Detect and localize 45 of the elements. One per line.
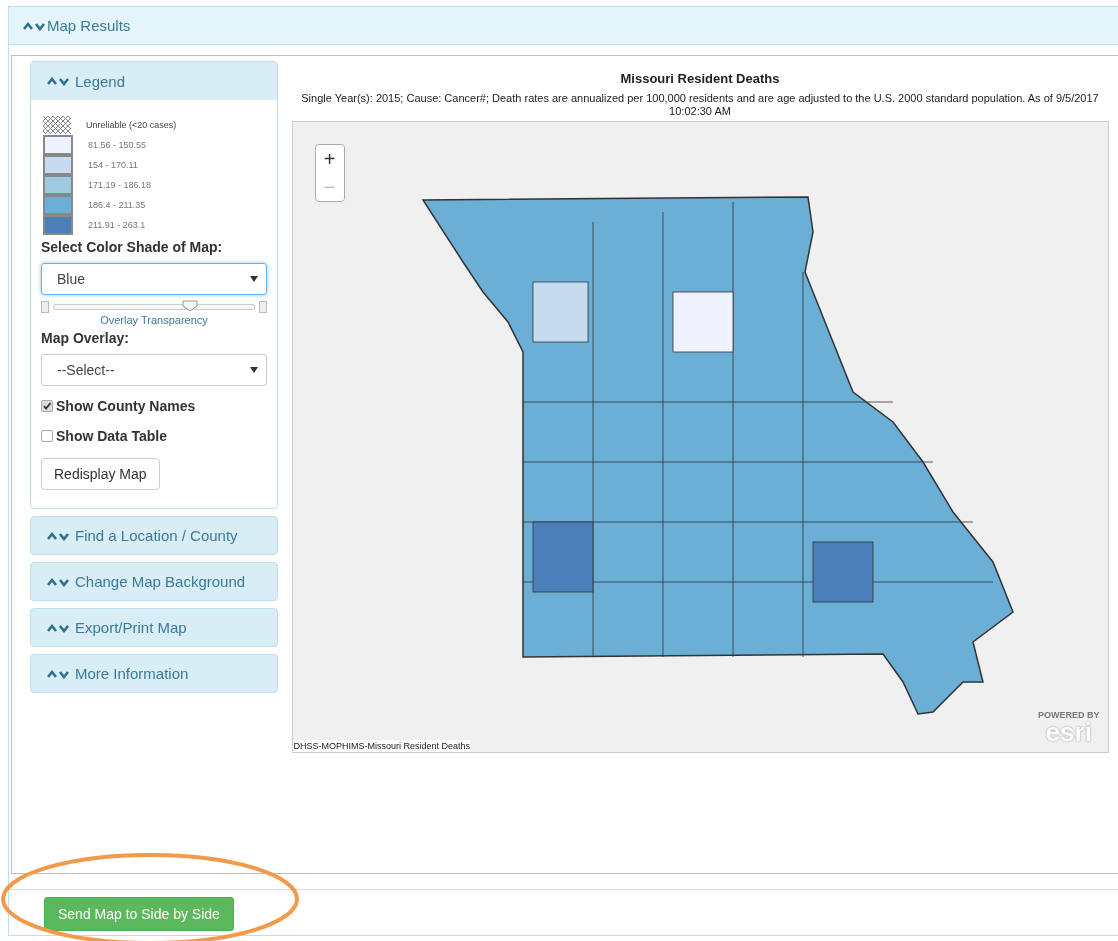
legend-label: 81.56 - 150.55	[88, 140, 147, 150]
legend-label: 154 - 170.11	[88, 160, 138, 170]
panel-header[interactable]: Map Results	[9, 7, 1118, 45]
section-title: Find a Location / County	[75, 527, 238, 544]
expand-collapse-icon	[47, 576, 69, 587]
redisplay-button[interactable]: Redisplay Map	[41, 458, 160, 490]
section-title: Change Map Background	[75, 573, 246, 590]
legend-title: Legend	[75, 72, 126, 90]
checkbox[interactable]	[41, 400, 53, 412]
slider-left-button[interactable]	[41, 301, 49, 313]
logo-caption: POWERED BY	[1038, 710, 1100, 720]
field-label: Select Color Shade of Map:	[41, 239, 224, 255]
expand-collapse-icon	[47, 622, 69, 633]
send-map-button[interactable]: Send Map to Side by Side	[44, 897, 234, 931]
checkbox-label: Show County Names	[56, 398, 196, 414]
expand-collapse-icon	[47, 530, 69, 541]
section-header[interactable]: Find a Location / County	[30, 516, 278, 555]
checkbox[interactable]	[41, 430, 53, 442]
legend-header[interactable]: Legend	[31, 62, 277, 100]
slider-thumb[interactable]	[182, 300, 198, 312]
map-attribution: DHSS-MOPHIMS-Missouri Resident Deaths	[292, 740, 472, 752]
caret-icon	[250, 367, 258, 373]
expand-collapse-icon	[47, 76, 69, 86]
section-header[interactable]: Change Map Background	[30, 562, 278, 601]
map-title: Missouri Resident Deaths	[620, 71, 780, 86]
hatch-swatch-icon	[43, 116, 71, 134]
expand-collapse-icon	[23, 20, 45, 31]
color-shade-select[interactable]: Blue	[41, 263, 267, 295]
legend-label: 171.19 - 186.18	[88, 180, 152, 190]
field-label: Map Overlay:	[41, 330, 130, 346]
slider-right-button[interactable]	[259, 301, 267, 313]
section-title: More Information	[75, 665, 189, 682]
caret-icon	[250, 276, 258, 282]
checkbox-label: Show Data Table	[56, 428, 167, 444]
map-subtitle: Single Year(s): 2015; Cause: Cancer#; Death rates are annualized per 100,000 residents and are age adjusted to the U.S. 2000 standard population. As of 9/5/2017 10:02:30 AM	[300, 92, 1100, 118]
slider-label: Overlay Transparency	[99, 314, 209, 326]
expand-collapse-icon	[47, 668, 69, 679]
section-title: Export/Print Map	[75, 619, 187, 636]
map-overlay-select[interactable]: --Select--	[41, 354, 267, 386]
legend-label: 186.4 - 211.35	[88, 200, 146, 210]
legend-label: 211.91 - 263.1	[88, 220, 146, 230]
section-header[interactable]: More Information	[30, 654, 278, 693]
panel-title: Map Results	[47, 17, 131, 34]
section-header[interactable]: Export/Print Map	[30, 608, 278, 647]
legend-label: Unreliable (<20 cases)	[86, 120, 177, 130]
